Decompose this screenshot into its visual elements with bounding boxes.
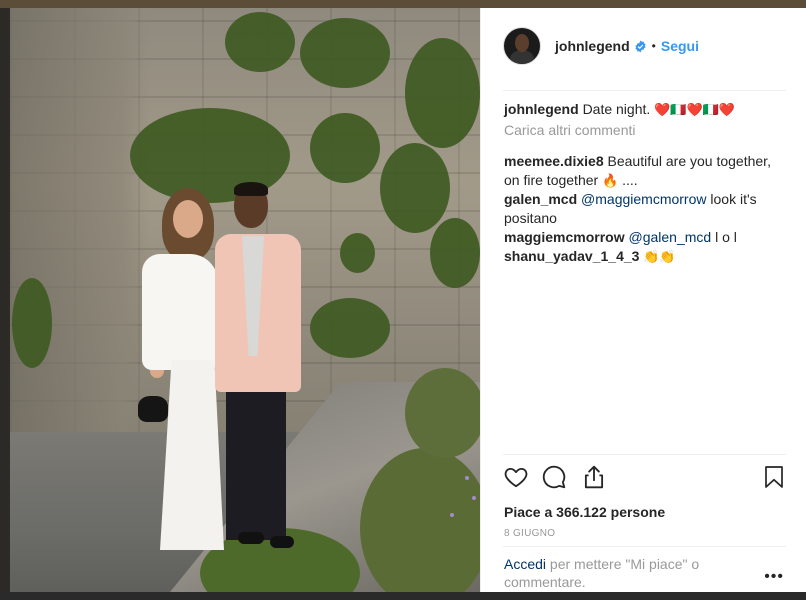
lavender-flower — [450, 513, 454, 517]
ivy-patch — [310, 113, 380, 183]
post-modal: johnlegend • Segui johnlegend Date night… — [10, 8, 806, 592]
man-hair — [234, 182, 268, 196]
man-black-pants — [226, 380, 286, 540]
shrub — [405, 368, 480, 458]
post-sidebar: johnlegend • Segui johnlegend Date night… — [480, 8, 806, 592]
avatar[interactable] — [503, 27, 541, 65]
fire-emoji: 🔥 — [602, 173, 619, 188]
comment-text: l o l — [711, 229, 737, 245]
caption-emoji: ❤️🇮🇹❤️🇮🇹❤️ — [654, 102, 736, 117]
likes-count[interactable]: Piace a 366.122 persone — [504, 504, 665, 520]
bookmark-icon[interactable] — [762, 464, 786, 490]
comment-item: galen_mcd @maggiemcmorrow look it's posi… — [504, 190, 784, 228]
post-date[interactable]: 8 GIUGNO — [504, 528, 555, 539]
backdrop-top-strip — [0, 0, 806, 8]
caption: johnlegend Date night. ❤️🇮🇹❤️🇮🇹❤️ — [504, 100, 784, 119]
comment-divider — [503, 546, 786, 547]
caption-text: Date night. — [582, 101, 651, 117]
more-options-button[interactable]: ••• — [764, 568, 784, 586]
black-handbag — [138, 396, 168, 422]
comment-mention[interactable]: @galen_mcd — [628, 229, 711, 245]
header-divider — [503, 90, 786, 91]
woman-face — [173, 200, 203, 238]
share-icon[interactable] — [581, 464, 607, 490]
comment-bubble-icon[interactable] — [541, 464, 567, 490]
ivy-patch — [405, 38, 480, 148]
comment-list: johnlegend Date night. ❤️🇮🇹❤️🇮🇹❤️ Carica… — [504, 100, 784, 266]
ivy-patch — [300, 18, 390, 88]
backdrop-bottom-strip — [0, 592, 806, 600]
ivy-patch — [430, 218, 480, 288]
add-comment-prompt: Accedi per mettere "Mi piace" o commenta… — [504, 555, 744, 591]
comment-item: maggiemcmorrow @galen_mcd l o l — [504, 228, 784, 247]
comment-username[interactable]: shanu_yadav_1_4_3 — [504, 248, 639, 264]
post-header: johnlegend • Segui — [503, 26, 786, 66]
ivy-patch — [340, 233, 375, 273]
ivy-patch — [225, 12, 295, 72]
lavender-flower — [472, 496, 476, 500]
comment-item: shanu_yadav_1_4_3 👏👏 — [504, 247, 784, 266]
man-shoe — [270, 536, 294, 548]
caption-username[interactable]: johnlegend — [504, 101, 579, 117]
comment-text: .... — [618, 172, 638, 188]
action-bar — [503, 462, 786, 494]
man-shoe — [238, 532, 264, 544]
woman-white-top — [142, 254, 218, 370]
login-link[interactable]: Accedi — [504, 556, 546, 572]
comment-mention[interactable]: @maggiemcmorrow — [581, 191, 706, 207]
lavender-flower — [465, 476, 469, 480]
comment-username[interactable]: galen_mcd — [504, 191, 577, 207]
load-more-comments-button[interactable]: Carica altri commenti — [504, 121, 784, 140]
ivy-patch — [12, 278, 52, 368]
heart-icon[interactable] — [503, 464, 529, 490]
comment-username[interactable]: maggiemcmorrow — [504, 229, 625, 245]
comment-item: meemee.dixie8 Beautiful are you together… — [504, 152, 784, 190]
verified-badge-icon — [635, 40, 646, 52]
ivy-patch — [310, 298, 390, 358]
follow-button[interactable]: Segui — [661, 38, 699, 54]
ivy-patch — [380, 143, 450, 233]
actions-divider — [503, 454, 786, 455]
post-username[interactable]: johnlegend — [555, 38, 630, 54]
clap-emoji: 👏👏 — [639, 249, 676, 264]
comment-username[interactable]: meemee.dixie8 — [504, 153, 604, 169]
post-photo[interactable] — [10, 8, 480, 592]
separator-dot: • — [651, 39, 656, 53]
